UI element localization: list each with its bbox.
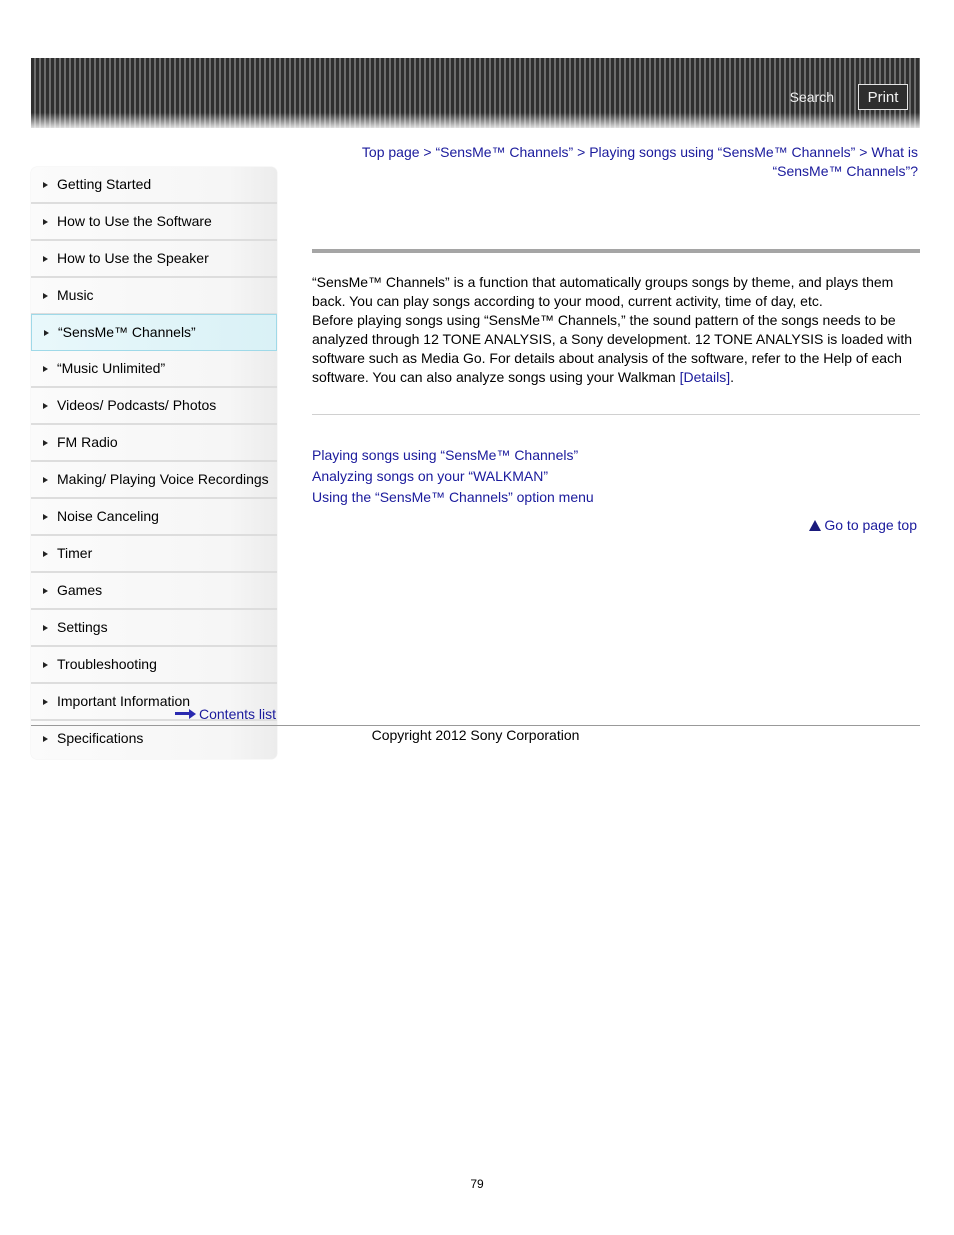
sidebar-item-noise-canceling[interactable]: Noise Canceling	[31, 499, 277, 536]
triangle-right-icon	[43, 256, 48, 262]
search-link[interactable]: Search	[790, 89, 834, 105]
triangle-right-icon	[43, 366, 48, 372]
triangle-right-icon	[43, 588, 48, 594]
title-divider	[312, 249, 920, 253]
section-divider	[312, 414, 920, 415]
related-link-playing-songs[interactable]: Playing songs using “SensMe™ Channels”	[312, 445, 594, 466]
breadcrumb-sensme-channels[interactable]: “SensMe™ Channels”	[436, 144, 574, 160]
sidebar-item-label: Settings	[57, 619, 108, 635]
sidebar-item-music-unlimited[interactable]: “Music Unlimited”	[31, 351, 277, 388]
related-link-option-menu[interactable]: Using the “SensMe™ Channels” option menu	[312, 487, 594, 508]
sidebar-item-label: “Music Unlimited”	[57, 360, 166, 376]
details-link[interactable]: [Details]	[680, 369, 731, 385]
sidebar-item-getting-started[interactable]: Getting Started	[31, 167, 277, 204]
sidebar-item-label: FM Radio	[57, 434, 118, 450]
sidebar-item-label: “SensMe™ Channels”	[58, 324, 196, 340]
breadcrumb-playing-songs[interactable]: Playing songs using “SensMe™ Channels”	[589, 144, 855, 160]
triangle-right-icon	[43, 219, 48, 225]
sidebar-item-label: Noise Canceling	[57, 508, 159, 524]
triangle-right-icon	[43, 182, 48, 188]
print-button[interactable]: Print	[858, 84, 908, 110]
go-to-page-top-link[interactable]: Go to page top	[809, 517, 917, 533]
copyright-text: Copyright 2012 Sony Corporation	[371, 727, 580, 743]
contents-list-label: Contents list	[199, 706, 277, 722]
triangle-right-icon	[43, 514, 48, 520]
triangle-right-icon	[43, 699, 48, 705]
triangle-right-icon	[43, 662, 48, 668]
breadcrumb: Top page > “SensMe™ Channels” > Playing …	[312, 143, 918, 181]
sidebar-item-sensme-channels[interactable]: “SensMe™ Channels”	[31, 314, 277, 351]
sidebar-item-label: How to Use the Speaker	[57, 250, 209, 266]
paragraph-analysis-text: Before playing songs using “SensMe™ Chan…	[312, 312, 913, 385]
related-links: Playing songs using “SensMe™ Channels” A…	[312, 445, 594, 508]
sidebar-item-troubleshooting[interactable]: Troubleshooting	[31, 647, 277, 684]
triangle-right-icon	[44, 330, 49, 336]
triangle-right-icon	[43, 440, 48, 446]
sidebar-item-label: How to Use the Software	[57, 213, 212, 229]
breadcrumb-top-page[interactable]: Top page	[362, 144, 420, 160]
triangle-right-icon	[43, 625, 48, 631]
sidebar-item-fm-radio[interactable]: FM Radio	[31, 425, 277, 462]
sidebar-item-label: Getting Started	[57, 176, 152, 192]
triangle-up-icon	[809, 519, 822, 531]
paragraph-analysis: Before playing songs using “SensMe™ Chan…	[312, 311, 920, 387]
related-link-analyzing-songs[interactable]: Analyzing songs on your “WALKMAN”	[312, 466, 594, 487]
triangle-right-icon	[43, 293, 48, 299]
sidebar-item-videos-podcasts-photos[interactable]: Videos/ Podcasts/ Photos	[31, 388, 277, 425]
article-body: “SensMe™ Channels” is a function that au…	[312, 273, 920, 387]
sidebar-item-speaker[interactable]: How to Use the Speaker	[31, 241, 277, 278]
sidebar-item-settings[interactable]: Settings	[31, 610, 277, 647]
sidebar-nav: Getting Started How to Use the Software …	[31, 167, 277, 759]
sidebar-item-music[interactable]: Music	[31, 278, 277, 315]
sidebar-item-label: Games	[57, 582, 103, 598]
sidebar-item-label: Making/ Playing Voice Recordings	[57, 471, 269, 487]
sidebar-item-label: Troubleshooting	[57, 656, 157, 672]
contents-list-link[interactable]: Contents list	[175, 706, 276, 722]
paragraph-intro: “SensMe™ Channels” is a function that au…	[312, 274, 894, 309]
triangle-right-icon	[43, 403, 48, 409]
sidebar-item-label: Videos/ Podcasts/ Photos	[57, 397, 217, 413]
breadcrumb-separator: >	[577, 144, 590, 160]
paragraph-end: .	[730, 369, 735, 385]
header-banner: Search Print	[31, 58, 920, 128]
sidebar-item-games[interactable]: Games	[31, 573, 277, 610]
sidebar-item-label: Important Information	[57, 693, 191, 709]
arrow-right-icon	[175, 709, 197, 719]
go-to-page-top-label: Go to page top	[824, 517, 917, 533]
triangle-right-icon	[43, 477, 48, 483]
footer-divider	[31, 725, 920, 726]
sidebar-item-software[interactable]: How to Use the Software	[31, 204, 277, 241]
page-number: 79	[470, 1177, 484, 1191]
breadcrumb-separator: >	[859, 144, 872, 160]
triangle-right-icon	[43, 551, 48, 557]
sidebar-item-label: Music	[57, 287, 94, 303]
sidebar-item-voice-recordings[interactable]: Making/ Playing Voice Recordings	[31, 462, 277, 499]
breadcrumb-separator: >	[423, 144, 436, 160]
sidebar-item-label: Timer	[57, 545, 93, 561]
sidebar-item-timer[interactable]: Timer	[31, 536, 277, 573]
